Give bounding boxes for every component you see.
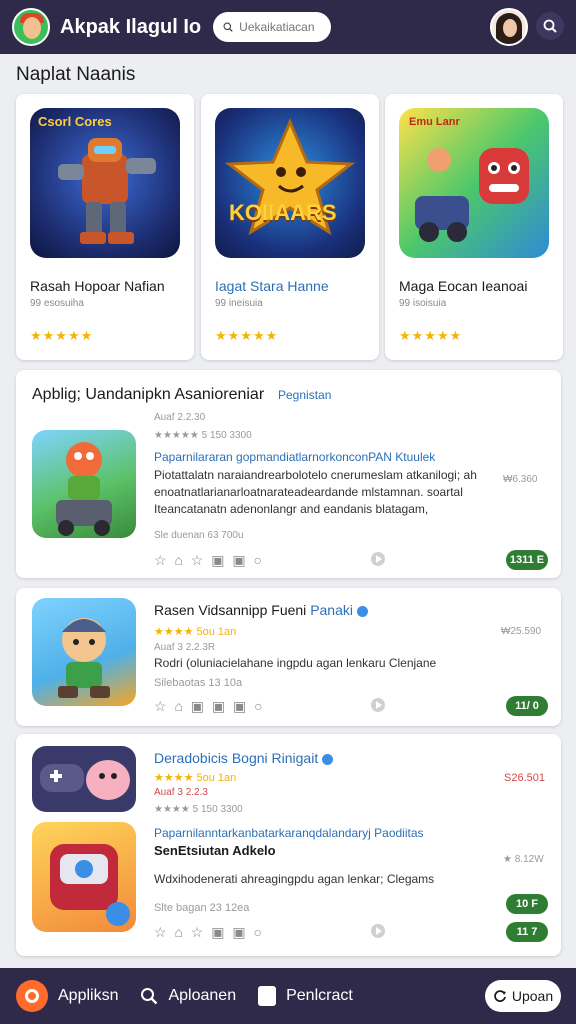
list-item[interactable]: Apblig; Uandanipkn Asanioreniar Pegnista… xyxy=(16,370,561,578)
upload-label: Upoan xyxy=(511,988,554,1004)
featured-sub: 99 ineisuia xyxy=(215,298,263,309)
search-icon xyxy=(141,988,158,1005)
list-tag[interactable]: Pegnistan xyxy=(278,388,331,402)
featured-name: Rasah Hopoar Nafian xyxy=(30,278,165,294)
featured-card[interactable]: KOIIAARS Iagat Stara Hanne 99 ineisuia ★… xyxy=(201,94,379,360)
list-meta: Auaf 3 2.2.3 xyxy=(154,787,208,798)
refresh-icon xyxy=(494,990,506,1002)
list-item[interactable]: Deradobicis Bogni Rinigait ★★★★ 5ou 1an … xyxy=(16,734,561,956)
list-tag[interactable]: Rinigait xyxy=(272,750,319,766)
nav-label: Aploanen xyxy=(168,987,237,1004)
list-rating: ★★★★★ 5 150 3300 xyxy=(154,430,252,441)
list-price: S26.501 xyxy=(504,772,545,784)
list-item[interactable]: Rasen Vidsannipp Fueni Panaki ★★★★ 5ou 1… xyxy=(16,588,561,726)
upload-button[interactable]: Upoan xyxy=(485,980,561,1012)
list-meta: Auaf 2.2.30 xyxy=(154,412,206,423)
rating-stars: ★★★★★ xyxy=(215,328,279,343)
rating-stars: ★★★★★ xyxy=(399,328,463,343)
apps-icon xyxy=(16,980,48,1012)
search-input[interactable] xyxy=(239,20,322,34)
list-title: Apblig; Uandanipkn Asanioreniar xyxy=(32,386,265,403)
price-pill[interactable]: 11/ 0 xyxy=(506,696,548,716)
featured-card[interactable]: Csorl Cores Rasah Hopoar Nafian 99 esosu… xyxy=(16,94,194,360)
controller-icon xyxy=(32,746,136,812)
nav-item-library[interactable]: Penlcract xyxy=(258,986,353,1006)
nav-item-search[interactable]: Aploanen xyxy=(140,987,236,1005)
list-desc-highlight[interactable]: Paparnilararan gopmandiatlarnorkonconPAN… xyxy=(154,450,435,464)
featured-name: Maga Eocan Ieanoai xyxy=(399,278,528,294)
list-title: Deradobicis Bogni Rinigait xyxy=(154,750,334,766)
action-icons[interactable]: ☆ ⌂ ▣ ▣ ▣ ○ xyxy=(154,698,265,715)
verified-icon xyxy=(322,753,334,765)
search-box[interactable] xyxy=(213,12,332,42)
top-bar: Akpak Ilagul Io xyxy=(0,0,576,54)
list-footer: Slte bagan 23 12ea xyxy=(154,902,250,914)
list-footer: Silebaotas 13 10a xyxy=(154,677,243,689)
art-label: KOIIAARS xyxy=(229,200,337,225)
rating-stars: ★★★★★ xyxy=(30,328,94,343)
game-icon xyxy=(32,598,136,706)
search-icon xyxy=(543,19,557,33)
game-art-robot: Csorl Cores xyxy=(30,108,180,258)
verified-icon xyxy=(357,605,368,617)
price-pill[interactable]: 1311 E xyxy=(506,550,548,570)
play-icon[interactable] xyxy=(371,552,385,566)
featured-card[interactable]: Emu Lanr Maga Eocan Ieanoai 99 isoisuia … xyxy=(385,94,563,360)
list-title-text: Deradobicis Bogni xyxy=(154,750,268,766)
list-subtitle: SenEtsiutan Adkelo xyxy=(154,843,276,858)
list-desc: Wdxihodenerati ahreagingpdu agan lenkar;… xyxy=(154,872,435,886)
game-icon xyxy=(32,430,136,538)
featured-sub: 99 isoisuia xyxy=(399,298,447,309)
list-price: ★ 8.12W xyxy=(503,854,544,865)
play-icon[interactable] xyxy=(371,698,385,712)
nav-item-apps[interactable]: Appliksn xyxy=(16,980,118,1012)
action-icons[interactable]: ☆ ⌂ ☆ ▣ ▣ ○ xyxy=(154,924,264,941)
list-price: ₩25.590 xyxy=(501,626,542,637)
action-icons[interactable]: ☆ ⌂ ☆ ▣ ▣ ○ xyxy=(154,552,264,569)
search-icon xyxy=(223,22,233,32)
featured-sub: 99 esosuiha xyxy=(30,298,84,309)
app-title: Akpak Ilagul Io xyxy=(60,15,202,38)
list-meta: ★★★★ 5 150 3300 xyxy=(154,804,243,815)
featured-name: Iagat Stara Hanne xyxy=(215,278,329,294)
list-footer: Sle duenan 63 700u xyxy=(154,530,244,541)
list-desc-line: Iteancatanatn adenonlangr and eandanis b… xyxy=(154,502,429,516)
play-icon[interactable] xyxy=(371,924,385,938)
list-tag[interactable]: Panaki xyxy=(310,602,353,618)
list-desc-line: enoatnatlarianarloatnarateadeardande mls… xyxy=(154,485,463,499)
price-pill[interactable]: 11 7 xyxy=(506,922,548,942)
nav-label: Appliksn xyxy=(58,987,119,1004)
art-label: Emu Lanr xyxy=(409,116,460,128)
user-avatar[interactable] xyxy=(490,8,528,46)
list-desc-line: Piotattalatn naraiandrearbolotelo cnerum… xyxy=(154,468,477,482)
list-desc: Rodri (oluniacielahane ingpdu agan lenka… xyxy=(154,656,437,670)
list-price: ₩6.360 xyxy=(503,474,538,485)
art-label: Csorl Cores xyxy=(38,114,112,129)
game-icon xyxy=(32,822,136,932)
nav-label: Penlcract xyxy=(286,987,353,1004)
list-rating: ★★★★ 5ou 1an xyxy=(154,626,237,638)
top-search-button[interactable] xyxy=(536,12,564,40)
library-icon xyxy=(258,986,277,1006)
price-pill[interactable]: 10 F xyxy=(506,894,548,914)
list-title-text: Rasen Vidsannipp Fueni xyxy=(154,602,307,618)
section-title: Naplat Naanis xyxy=(16,64,136,85)
list-desc-highlight[interactable]: Paparnilanntarkanbatarkaranqdalandaryj P… xyxy=(154,826,424,840)
list-rating: ★★★★ 5ou 1an xyxy=(154,772,237,784)
list-meta: Auaf 3 2.2.3R xyxy=(154,642,216,653)
list-title: Rasen Vidsannipp Fueni Panaki xyxy=(154,602,368,618)
app-logo[interactable] xyxy=(12,8,50,46)
game-art-monster: Emu Lanr xyxy=(399,108,549,258)
game-art-star: KOIIAARS xyxy=(215,108,365,258)
